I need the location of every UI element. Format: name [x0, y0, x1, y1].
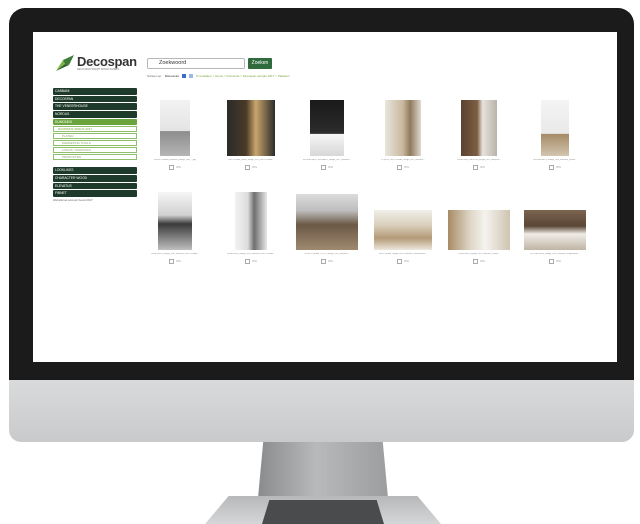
image-meta: JPG: [367, 165, 439, 170]
image-caption: DUMONDS_Image_002_Interieur_Woon...: [458, 253, 500, 255]
download-icon[interactable]: [396, 165, 402, 170]
download-icon[interactable]: [320, 259, 326, 264]
sidebar-subitem[interactable]: LOGOS / GRAPHICS: [53, 147, 137, 154]
image-meta: JPG: [519, 259, 591, 264]
image-meta: JPG: [367, 259, 439, 264]
brand-name: Decospan: [77, 54, 137, 69]
search-input[interactable]: Zoekwoord: [147, 58, 245, 69]
image-meta: JPG: [215, 165, 287, 170]
download-icon[interactable]: [244, 165, 250, 170]
image-meta: JPG: [291, 259, 363, 264]
sidebar-subitem[interactable]: PRODUCTEN: [53, 154, 137, 161]
sidebar-item[interactable]: CHARACTER WOOD: [53, 175, 137, 182]
sidebar-item[interactable]: DECOSPAN: [53, 95, 137, 103]
download-icon[interactable]: [396, 259, 402, 264]
download-icon[interactable]: [548, 259, 554, 264]
download-icon[interactable]: [472, 259, 478, 264]
image-caption: B-DUMONDS_ELEGANT_Image_001_Interieur...: [302, 159, 352, 161]
file-type: JPG: [251, 166, 258, 170]
image-thumbnail[interactable]: [296, 194, 358, 250]
image-meta: JPG: [519, 165, 591, 170]
sidebar-item[interactable]: DUMONDS: [53, 118, 137, 126]
image-caption: B-DECOSPAN_STOP_Image_001_Interieur...: [304, 253, 350, 255]
image-thumbnail[interactable]: [448, 210, 510, 250]
image-thumbnail[interactable]: [385, 100, 421, 156]
image-thumbnail[interactable]: [310, 100, 344, 156]
sidebar-subitem[interactable]: PLATEN: [53, 133, 137, 140]
screen: Decospan DECOSPAN SMART WOOD PANELS Zoek…: [33, 32, 617, 362]
image-thumbnail[interactable]: [374, 210, 432, 250]
file-type: JPG: [555, 166, 562, 170]
file-type: JPG: [403, 166, 410, 170]
sidebar-item[interactable]: THE VENEERHOUSE: [53, 103, 137, 110]
results-toolbar: Sorteer op: Relevantie 5 resultaten > Ho…: [147, 74, 289, 78]
image-thumbnail[interactable]: [227, 100, 275, 156]
image-thumbnail[interactable]: [235, 192, 267, 250]
sidebar-note: Website/uw account bevat 2017: [53, 198, 93, 203]
file-type: JPG: [327, 260, 334, 264]
file-type: JPG: [479, 166, 486, 170]
file-type: JPG: [403, 260, 410, 264]
monitor-foot-shadow: [262, 500, 384, 524]
image-meta: JPG: [443, 259, 515, 264]
image-thumbnail[interactable]: [524, 210, 586, 250]
image-thumbnail[interactable]: [160, 100, 190, 156]
image-thumbnail[interactable]: [541, 100, 569, 156]
image-caption: DUMONDS_Image_003_Interieur_DECOSPAN...: [227, 253, 275, 255]
image-thumbnail[interactable]: [158, 192, 192, 250]
sidebar-item[interactable]: NORDUS: [53, 111, 137, 118]
file-type: JPG: [555, 260, 562, 264]
download-icon[interactable]: [244, 259, 250, 264]
file-type: JPG: [251, 260, 258, 264]
image-caption: DECOSPAN_Image_004_Interieur_Woonkamer..…: [378, 253, 428, 255]
brand-tagline: DECOSPAN SMART WOOD PANELS: [77, 68, 120, 71]
sidebar: CABBANI DECOSPAN THE VENEERHOUSE NORDUS DUMO…: [53, 88, 137, 202]
image-meta: JPG: [291, 165, 363, 170]
image-caption: B-DUMONDS_Image_006_Interieur_slaapkamer…: [530, 253, 580, 255]
sidebar-item[interactable]: CABBANI: [53, 88, 137, 95]
search-button[interactable]: Zoeken: [248, 58, 272, 69]
image-caption: B-DECOSPAN_Interieur_Image_006_...jpg: [154, 159, 196, 161]
image-caption: DECOSPAN_Hotel_Image_001_DECOSPAN...: [228, 159, 274, 161]
sidebar-item[interactable]: ELEVATUS: [53, 182, 137, 190]
list-view-icon[interactable]: [189, 74, 194, 78]
image-caption: LITHOS_DECOSPAN_image_001_Interieur...: [380, 159, 426, 161]
file-type: JPG: [175, 166, 182, 170]
sidebar-item[interactable]: LOOKLIKES: [53, 167, 137, 174]
sidebar-subitem[interactable]: MARKETING TOOLS: [53, 140, 137, 147]
breadcrumb[interactable]: 5 resultaten > Home > Dumonds > Decospan…: [196, 74, 289, 78]
sidebar-item[interactable]: FIBNET: [53, 190, 137, 197]
file-type: JPG: [327, 166, 334, 170]
image-meta: JPG: [215, 259, 287, 264]
monitor-stand: [258, 442, 388, 498]
image-caption: B-DUMONDS_Image_003_Interieur_Woon...: [533, 159, 577, 161]
image-meta: JPG: [139, 259, 211, 264]
sort-label: Sorteer op:: [147, 74, 162, 78]
decospan-leaf-icon: [56, 55, 74, 71]
monitor-chin: [9, 380, 634, 442]
download-icon[interactable]: [168, 259, 174, 264]
image-thumbnail[interactable]: [461, 100, 497, 156]
brand-logo[interactable]: Decospan DECOSPAN SMART WOOD PANELS: [55, 54, 147, 76]
download-icon[interactable]: [472, 165, 478, 170]
image-meta: JPG: [139, 165, 211, 170]
image-caption: DUMONDS_MEVIUS_image_001_Interieur...: [457, 159, 501, 161]
file-type: JPG: [175, 260, 182, 264]
download-icon[interactable]: [320, 165, 326, 170]
image-caption: DUMONDS_Image_006_Interieur_DECOSPAN...: [151, 253, 199, 255]
file-type: JPG: [479, 260, 486, 264]
sidebar-subitem[interactable]: DUMONDS SPECS 2017: [53, 126, 137, 133]
image-meta: JPG: [443, 165, 515, 170]
grid-view-icon[interactable]: [182, 74, 187, 78]
download-icon[interactable]: [548, 165, 554, 170]
sort-select[interactable]: Relevantie: [165, 74, 179, 78]
download-icon[interactable]: [168, 165, 174, 170]
